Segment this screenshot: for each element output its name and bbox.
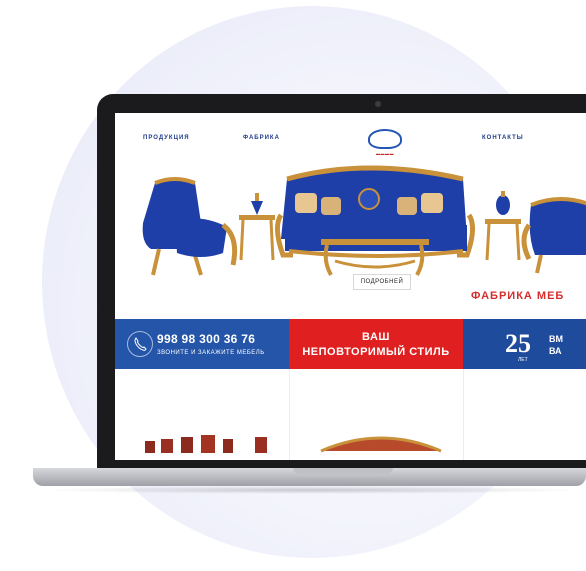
phone-icon <box>127 331 153 357</box>
left-side-table-icon <box>239 193 275 261</box>
product-thumb-middle-icon <box>320 436 442 453</box>
furniture-photo <box>142 165 586 276</box>
nav-item-products[interactable]: ПРОДУКЦИЯ <box>143 135 190 141</box>
product-grid <box>115 369 586 460</box>
years-word: ЛЕТ <box>518 357 528 363</box>
years-tail: ВМ ВА <box>549 333 563 357</box>
phone-band[interactable]: 998 98 300 36 76 ЗВОНИТЕ И ЗАКАЖИТЕ МЕБЕ… <box>115 319 289 369</box>
logo-subtext-icon: ▬▬▬▬ <box>376 151 394 156</box>
product-thumb-left-icon <box>145 435 267 453</box>
nav-item-factory[interactable]: ФАБРИКА <box>243 135 280 141</box>
laptop-notch <box>293 468 393 474</box>
brand-logo[interactable]: ▬▬▬▬ <box>363 129 407 159</box>
style-band: ВАШ НЕПОВТОРИМЫЙ СТИЛЬ <box>289 319 463 369</box>
style-line-1: ВАШ <box>362 331 390 343</box>
logo-emblem-icon <box>368 129 402 149</box>
right-side-table-icon <box>485 191 521 261</box>
laptop-screen: ПРОДУКЦИЯ ФАБРИКА ▬▬▬▬ КОНТАКТЫ ПОДРОБНЕ… <box>115 113 586 460</box>
phone-number[interactable]: 998 98 300 36 76 <box>157 332 255 346</box>
style-line-2: НЕПОВТОРИМЫЙ СТИЛЬ <box>302 346 450 358</box>
camera-dot <box>375 101 381 107</box>
laptop-shadow <box>40 486 586 494</box>
left-armchair-icon <box>142 177 238 276</box>
years-tail-line-2: ВА <box>549 346 562 356</box>
more-details-button[interactable]: ПОДРОБНЕЙ <box>353 274 411 290</box>
right-armchair-icon <box>521 197 586 274</box>
product-thumbnails <box>145 435 442 453</box>
years-number: 25 <box>505 329 531 358</box>
hero-tagline: ФАБРИКА МЕБ <box>471 290 565 302</box>
nav-item-contacts[interactable]: КОНТАКТЫ <box>482 135 524 141</box>
years-band: 25 ЛЕТ ВМ ВА <box>463 319 586 369</box>
phone-caption: ЗВОНИТЕ И ЗАКАЖИТЕ МЕБЕЛЬ <box>157 350 265 356</box>
top-navigation: ПРОДУКЦИЯ ФАБРИКА ▬▬▬▬ КОНТАКТЫ <box>115 113 586 165</box>
years-tail-line-1: ВМ <box>549 334 563 344</box>
